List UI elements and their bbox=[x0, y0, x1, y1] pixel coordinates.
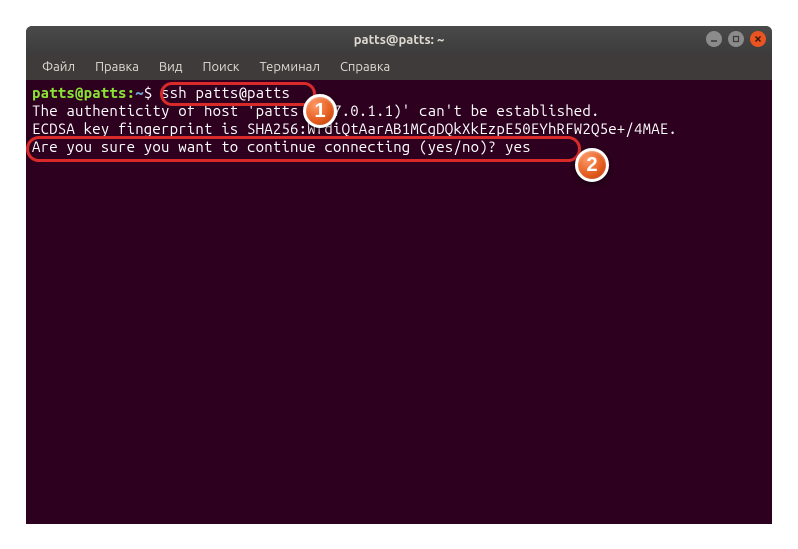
prompt-path: ~ bbox=[135, 84, 144, 101]
command-text: ssh patts@patts bbox=[161, 84, 290, 101]
close-button[interactable] bbox=[750, 31, 766, 47]
window-controls bbox=[706, 31, 766, 47]
window-title: patts@patts: ~ bbox=[354, 33, 445, 47]
maximize-button[interactable] bbox=[728, 31, 744, 47]
prompt-user: patts@patts bbox=[32, 84, 127, 101]
terminal-line-1: patts@patts:~$ ssh patts@patts bbox=[32, 84, 766, 102]
terminal-line-3: ECDSA key fingerprint is SHA256:WfdiQtAa… bbox=[32, 120, 766, 138]
menu-file[interactable]: Файл bbox=[34, 58, 83, 76]
terminal-window: patts@patts: ~ Файл Правка Вид Поиск Тер… bbox=[26, 26, 772, 524]
titlebar: patts@patts: ~ bbox=[26, 26, 772, 54]
terminal-line-4: Are you sure you want to continue connec… bbox=[32, 138, 766, 156]
maximize-icon bbox=[732, 35, 740, 43]
menubar: Файл Правка Вид Поиск Терминал Справка bbox=[26, 54, 772, 80]
terminal-body[interactable]: patts@patts:~$ ssh patts@patts The authe… bbox=[26, 80, 772, 160]
menu-view[interactable]: Вид bbox=[151, 58, 191, 76]
menu-help[interactable]: Справка bbox=[332, 58, 398, 76]
prompt-symbol: $ bbox=[144, 84, 153, 101]
terminal-line-2: The authenticity of host 'patts (127.0.1… bbox=[32, 102, 766, 120]
minimize-button[interactable] bbox=[706, 31, 722, 47]
prompt-colon: : bbox=[127, 84, 136, 101]
menu-terminal[interactable]: Терминал bbox=[251, 58, 327, 76]
close-icon bbox=[754, 35, 762, 43]
minimize-icon bbox=[710, 35, 718, 43]
menu-search[interactable]: Поиск bbox=[194, 58, 247, 76]
menu-edit[interactable]: Правка bbox=[87, 58, 147, 76]
